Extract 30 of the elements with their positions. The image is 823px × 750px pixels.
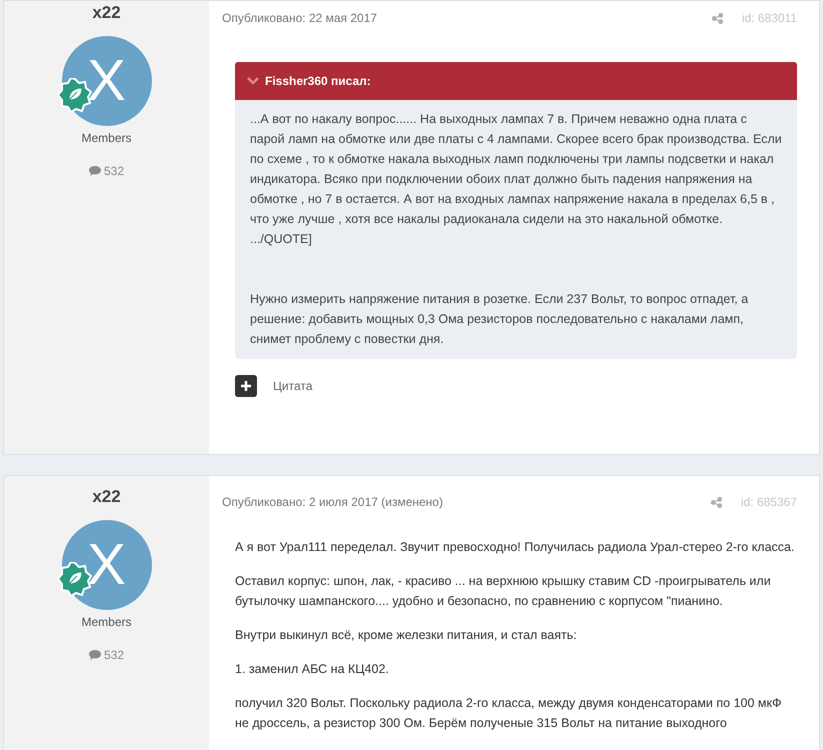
avatar: X <box>62 36 152 126</box>
post-paragraph: Внутри выкинул всё, кроме железки питания, и стал ваять: <box>235 627 578 644</box>
chevron-down-icon[interactable] <box>247 77 259 85</box>
post-date: Опубликовано: 2 июля 2017 (изменено) <box>222 494 443 511</box>
plus-button-icon[interactable] <box>235 375 257 397</box>
speech-bubble-icon <box>88 650 101 660</box>
author-name: x22 <box>92 3 121 23</box>
speech-bubble-icon <box>88 166 101 176</box>
post-id: id: 683011 <box>742 10 797 27</box>
post-paragraph: Оставил корпус: шпон, лак, - красиво ... на верхнюю крышку ставим CD -проигрыватель или бутылочку шампанского.... удобно и безопасно, по сравнению с корпусом "пианино. <box>235 573 772 610</box>
post-paragraph: А я вот Урал111 переделал. Звучит превосходно! Получилась радиола Урал-стерео 2-го класса. <box>235 539 796 556</box>
quote-text: .../QUOTE] <box>250 231 313 248</box>
quote-link[interactable]: Цитата <box>273 377 312 395</box>
quote-text: ...А вот по накалу вопрос...... На выходных лампах 7 в. Причем неважно одна плата с парой ламп на обмотке или две платы с 4 лампами. Скорее всего брак производства. Если по схеме , то к обмотке накала выходных ламп подключены три лампы подсветки и накал индикатора. Всяко при подключении обоих плат должно быть падения напряжения на обмотке , но 7 в остается. А вот на входных лампах напряжение накала в пределах 6,5 в , что уже лучше , хотя все накалы радиоканала сидели на это накальной обмотке. <box>250 111 782 228</box>
avatar: X <box>62 520 152 610</box>
leaf-badge-icon <box>58 562 92 596</box>
leaf-badge-icon <box>58 78 92 112</box>
quote-author: Fissher360 писал: <box>265 73 371 90</box>
member-group: Members <box>81 129 132 147</box>
post-id: id: 685367 <box>740 494 797 511</box>
post-paragraph: получил 320 Вольт. Поскольку радиола 2-го класса, между двумя конденсаторами по 100 мкФ не дроссель, а резистор 300 Ом. Берём полученые 315 Вольт на питание выходного <box>235 695 782 732</box>
share-icon[interactable] <box>712 12 723 24</box>
member-group: Members <box>81 613 132 631</box>
post-count: 532 <box>104 647 124 664</box>
share-icon[interactable] <box>710 496 722 508</box>
post-count: 532 <box>104 163 124 180</box>
author-name: x22 <box>92 487 121 507</box>
quote-text: Нужно измерить напряжение питания в розетке. Если 237 Вольт, то вопрос отпадет, а решение: добавить мощных 0,3 Ома резисторов последовательно с накалами ламп, снимет проблему с повестки дня. <box>250 291 750 348</box>
post-date: Опубликовано: 22 мая 2017 <box>222 10 378 27</box>
post-paragraph: 1. заменил АБС на КЦ402. <box>235 661 390 678</box>
